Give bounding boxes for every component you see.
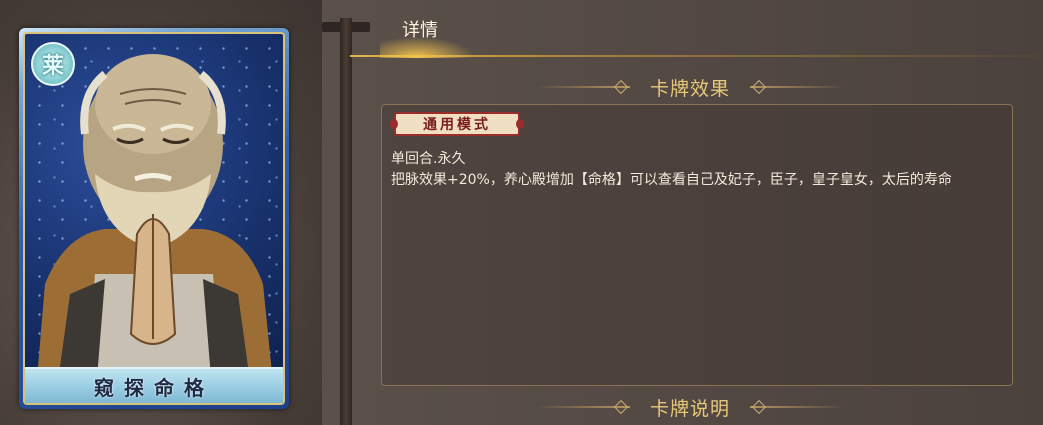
right-ornament (750, 406, 845, 408)
left-panel: 莱 窥探命格 (0, 0, 322, 425)
tab-detail-label: 详情 (402, 20, 438, 41)
card-name-bar: 窥探命格 (25, 367, 283, 403)
card-frame: 莱 窥探命格 (23, 32, 285, 405)
tab-detail[interactable]: 详情 (380, 12, 472, 58)
divider-post (340, 18, 352, 425)
card-effect-header: 卡牌效果 (530, 74, 850, 100)
mode-tag: 通用模式 (390, 112, 524, 136)
card-description-header: 卡牌说明 (530, 394, 850, 420)
effect-text: 单回合.永久 把脉效果+20%，养心殿增加【命格】可以查看自己及妃子，臣子，皇子… (391, 149, 996, 191)
card[interactable]: 莱 窥探命格 (19, 28, 289, 409)
monk-portrait (35, 54, 275, 403)
card-effect-panel: 通用模式 单回合.永久 把脉效果+20%，养心殿增加【命格】可以查看自己及妃子，… (381, 104, 1013, 386)
right-ornament (750, 86, 845, 88)
card-description-title: 卡牌说明 (649, 397, 730, 420)
effect-duration: 单回合.永久 (391, 151, 466, 167)
left-ornament (534, 406, 630, 408)
card-name: 窥探命格 (94, 375, 214, 400)
effect-description: 把脉效果+20%，养心殿增加【命格】可以查看自己及妃子，臣子，皇子皇女，太后的寿… (391, 172, 952, 188)
mode-tag-label: 通用模式 (423, 117, 491, 133)
card-effect-title: 卡牌效果 (649, 77, 730, 100)
left-ornament (534, 86, 630, 88)
card-rarity-badge: 莱 (31, 42, 75, 86)
